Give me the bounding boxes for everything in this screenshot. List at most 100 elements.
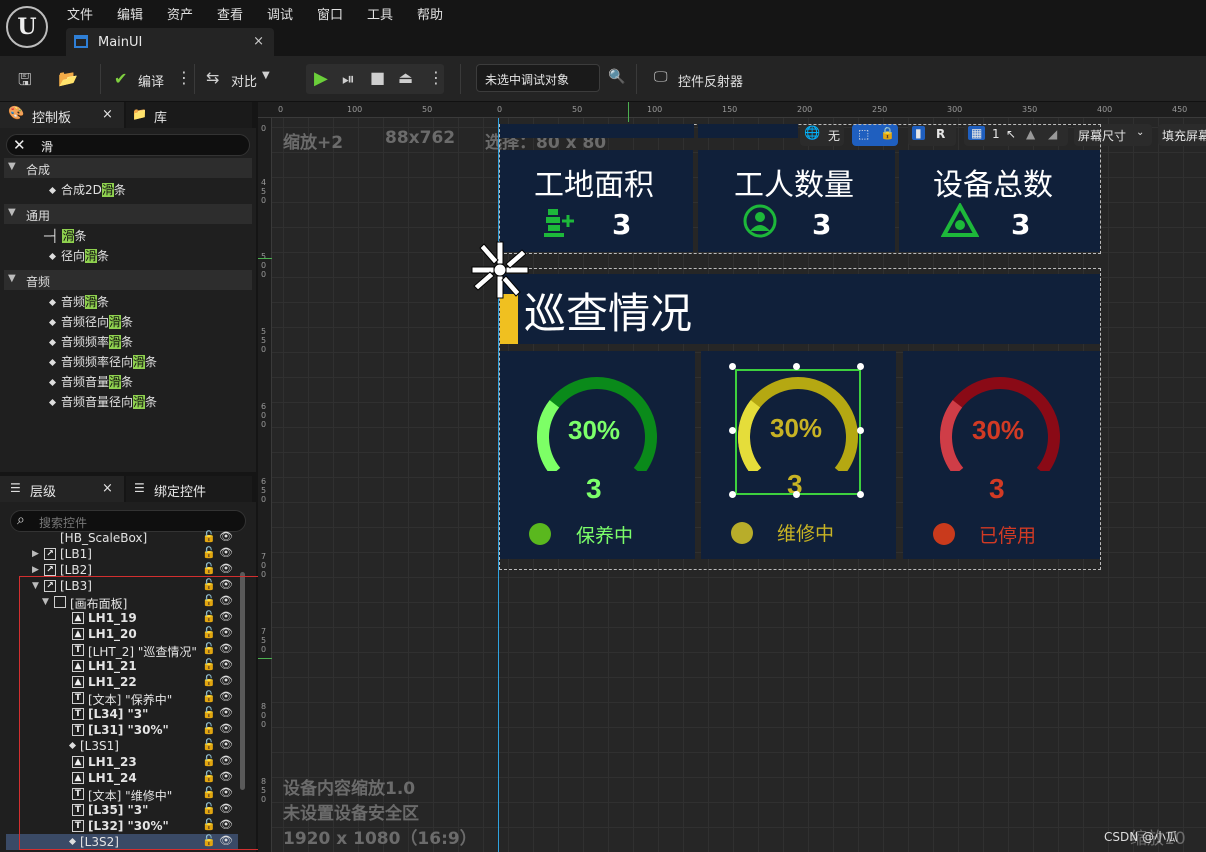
expand-arrow-icon[interactable]: ▶ (32, 565, 39, 575)
visibility-eye-icon[interactable]: 👁 (219, 562, 233, 575)
menu-tools[interactable]: 工具 (367, 4, 393, 23)
step-icon[interactable]: ⏯ (342, 69, 355, 89)
widget-reflector-button[interactable]: 控件反射器 (678, 71, 743, 90)
debug-target-select[interactable]: 未选中调试对象 ⌄ (476, 64, 600, 92)
close-icon[interactable]: × (102, 481, 113, 496)
palette-item[interactable]: 音频径向滑条 (48, 313, 134, 333)
header-strip (698, 124, 798, 138)
debug-object-icon[interactable]: 🔍 (608, 69, 625, 85)
stat-card-worker-count[interactable]: 工人数量 3 (698, 150, 895, 252)
palette-item-prefix: 径向 (61, 249, 86, 263)
hierarchy-row[interactable]: ▶ ↗ [LB1] 🔓 👁 (6, 546, 238, 562)
tab-library[interactable]: 📁 库 (126, 102, 252, 128)
palette-item[interactable]: 音频音量径向滑条 (48, 393, 157, 413)
palette-item[interactable]: 径向滑条 (48, 247, 110, 267)
menu-view[interactable]: 查看 (217, 4, 243, 23)
ruler-tick-label: 7 5 0 (261, 627, 267, 654)
resize-handle[interactable] (857, 427, 864, 434)
palette-item[interactable]: 音频音量滑条 (48, 373, 133, 393)
unlock-icon[interactable]: 🔓 (202, 530, 216, 543)
ruler-tick-label: 250 (872, 105, 888, 114)
menu-help[interactable]: 帮助 (417, 4, 443, 23)
toolbar-divider (100, 64, 101, 94)
menu-debug[interactable]: 调试 (267, 4, 293, 23)
palette-item-suffix: 条 (97, 249, 110, 263)
clear-search-icon[interactable]: ✕ (13, 136, 26, 154)
fill-screen-dropdown[interactable]: 填充屏幕 (1158, 124, 1206, 146)
gauge-count: 3 (989, 473, 1005, 504)
palette-item-suffix: 条 (121, 315, 134, 329)
device-scale-readout: 设备内容缩放1.0 (283, 779, 416, 799)
palette-item-match: 滑 (109, 335, 122, 349)
resize-handle[interactable] (729, 491, 736, 498)
unlock-icon[interactable]: 🔓 (202, 562, 216, 575)
stop-icon[interactable]: ■ (370, 68, 385, 87)
palette-category[interactable]: ▼ 音频 (4, 270, 252, 290)
unreal-logo[interactable]: U (6, 6, 48, 48)
ruler-horizontal: 0 100 50 0 50 100 150 200 250 300 350 400 450 (258, 102, 1206, 118)
compile-options-icon[interactable]: ⋮ (176, 68, 192, 87)
status-label: 保养中 (576, 525, 634, 547)
diff-icon[interactable]: ⇆ (206, 68, 219, 87)
compile-check-icon[interactable]: ✔ (114, 69, 127, 88)
palette-search-input[interactable]: ✕ 滑 (6, 134, 250, 156)
gauge-card-disabled[interactable]: 30% 3 已停用 (903, 351, 1100, 559)
eject-icon[interactable]: ⏏ (398, 68, 413, 87)
palette-item-prefix: 音频径向 (61, 315, 110, 329)
menu-assets[interactable]: 资产 (167, 4, 193, 23)
menu-edit[interactable]: 编辑 (117, 4, 143, 23)
play-options-icon[interactable]: ⋮ (428, 68, 444, 87)
palette-category[interactable]: ▼ 通用 (4, 204, 252, 224)
chevron-down-icon[interactable]: ▼ (262, 70, 270, 81)
diff-button[interactable]: 对比 (231, 71, 257, 90)
visibility-eye-icon[interactable]: 👁 (219, 530, 233, 543)
tab-palette[interactable]: 🎨 控制板 × (0, 102, 124, 128)
close-icon[interactable]: × (253, 34, 264, 49)
palette-item[interactable]: 音频频率径向滑条 (48, 353, 157, 373)
resize-handle[interactable] (857, 491, 864, 498)
tab-bind-widgets[interactable]: ☰ 绑定控件 (126, 476, 252, 502)
expand-arrow-icon[interactable]: ▶ (32, 549, 39, 559)
visibility-eye-icon[interactable]: 👁 (219, 546, 233, 559)
palette-item[interactable]: 合成2D滑条 (48, 181, 126, 201)
toolbar: 🖫 📂 ✔ 编译 ⋮ ⇆ 对比 ▼ ▶ ⏯ ■ ⏏ ⋮ 未选中调试对象 ⌄ 🔍 … (0, 56, 1206, 102)
resize-handle[interactable] (793, 363, 800, 370)
play-icon[interactable]: ▶ (314, 68, 328, 89)
palette-tabbar: 🎨 控制板 × 📁 库 (0, 102, 256, 128)
hierarchy-search-input[interactable]: ⌕ 搜索控件 (10, 510, 246, 532)
hierarchy-row[interactable]: [HB_ScaleBox] 🔓 👁 (6, 530, 238, 546)
pivot-handle-icon[interactable] (468, 238, 532, 302)
widget-bullet-icon (48, 378, 57, 387)
palette-item[interactable]: 音频频率滑条 (48, 333, 133, 353)
unlock-icon[interactable]: 🔓 (202, 546, 216, 559)
widget-bullet-icon (48, 318, 57, 327)
hierarchy-row-label: [LB2] (60, 563, 92, 577)
palette-item[interactable]: 音频滑条 (48, 293, 109, 313)
gauge-card-maintenance[interactable]: 30% 3 保养中 (500, 351, 695, 559)
resize-handle[interactable] (857, 363, 864, 370)
palette-item-suffix: 条 (113, 183, 126, 197)
menu-file[interactable]: 文件 (67, 4, 93, 23)
save-icon[interactable]: 🖫 (18, 69, 32, 96)
browse-asset-icon[interactable]: 📂 (58, 69, 78, 88)
palette-item[interactable]: ─┤ 滑条 (44, 227, 86, 247)
close-icon[interactable]: × (102, 107, 113, 122)
search-icon: ⌕ (17, 512, 25, 528)
resize-handle[interactable] (729, 427, 736, 434)
tab-hierarchy[interactable]: ☰ 层级 × (0, 476, 124, 502)
ruler-tick-label: 0 (261, 124, 267, 133)
safe-zone-readout: 未设置设备安全区 (283, 804, 419, 824)
compile-button[interactable]: 编译 (138, 71, 164, 90)
palette-category[interactable]: ▼ 合成 (4, 158, 252, 178)
stat-card-site-area[interactable]: 工地面积 3 (500, 150, 693, 252)
equipment-icon (941, 203, 979, 237)
stat-card-equipment-total[interactable]: 设备总数 3 (899, 150, 1100, 252)
document-tab-mainui[interactable]: MainUI × (66, 28, 274, 56)
resize-handle[interactable] (793, 491, 800, 498)
menu-window[interactable]: 窗口 (317, 4, 343, 23)
widget-reflector-icon[interactable]: 🖵 (654, 69, 668, 85)
palette-category-label: 合成 (26, 163, 51, 177)
toolbar-divider (460, 64, 461, 94)
selected-widget-outline[interactable] (735, 369, 861, 495)
resize-handle[interactable] (729, 363, 736, 370)
